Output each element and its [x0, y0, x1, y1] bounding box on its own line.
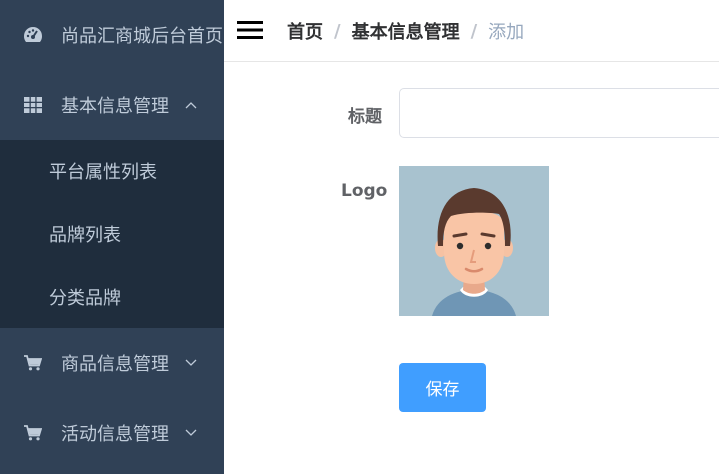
chevron-down-icon [184, 356, 198, 370]
cart-icon [23, 353, 43, 373]
breadcrumb-basic-info[interactable]: 基本信息管理 [352, 18, 460, 44]
menu-label: 尚品汇商城后台首页 [61, 26, 223, 47]
avatar-image [399, 166, 549, 316]
menu-item-product-info[interactable]: 商品信息管理 [0, 328, 224, 398]
dashboard-icon [23, 25, 43, 45]
breadcrumb: 首页 / 基本信息管理 / 添加 [287, 18, 525, 44]
submenu-label: 平台属性列表 [49, 162, 157, 183]
submenu-label: 分类品牌 [49, 288, 121, 309]
menu-label: 基本信息管理 [61, 96, 169, 117]
submenu-basic-info: 平台属性列表 品牌列表 分类品牌 [0, 140, 224, 328]
menu-label: 商品信息管理 [61, 354, 169, 375]
submenu-item-category-brand[interactable]: 分类品牌 [0, 266, 224, 328]
chevron-up-icon [184, 98, 198, 112]
menu-item-basic-info[interactable]: 基本信息管理 [0, 70, 224, 140]
submenu-label: 品牌列表 [49, 225, 121, 246]
top-navbar: 首页 / 基本信息管理 / 添加 [224, 0, 719, 62]
title-input[interactable] [399, 88, 719, 138]
breadcrumb-separator: / [470, 20, 478, 42]
logo-upload[interactable] [399, 166, 549, 316]
menu-item-home[interactable]: 尚品汇商城后台首页 [0, 0, 224, 70]
submenu-item-attr-list[interactable]: 平台属性列表 [0, 140, 224, 202]
menu-label: 活动信息管理 [61, 424, 169, 445]
chevron-down-icon [184, 426, 198, 440]
title-label: 标题 [348, 107, 382, 127]
menu-item-activity-info[interactable]: 活动信息管理 [0, 398, 224, 468]
cart-icon [23, 423, 43, 443]
breadcrumb-home[interactable]: 首页 [287, 18, 323, 44]
logo-label: Logo [341, 181, 388, 201]
submenu-item-brand-list[interactable]: 品牌列表 [0, 203, 224, 265]
breadcrumb-separator: / [334, 20, 341, 42]
hamburger-icon[interactable] [237, 19, 263, 41]
save-button[interactable]: 保存 [399, 363, 486, 412]
sidebar: 尚品汇商城后台首页 基本信息管理 平台属性列表 品牌列表 分类品牌 商品信息管理… [0, 0, 224, 474]
breadcrumb-current: 添加 [488, 22, 525, 43]
grid-icon [23, 95, 43, 115]
